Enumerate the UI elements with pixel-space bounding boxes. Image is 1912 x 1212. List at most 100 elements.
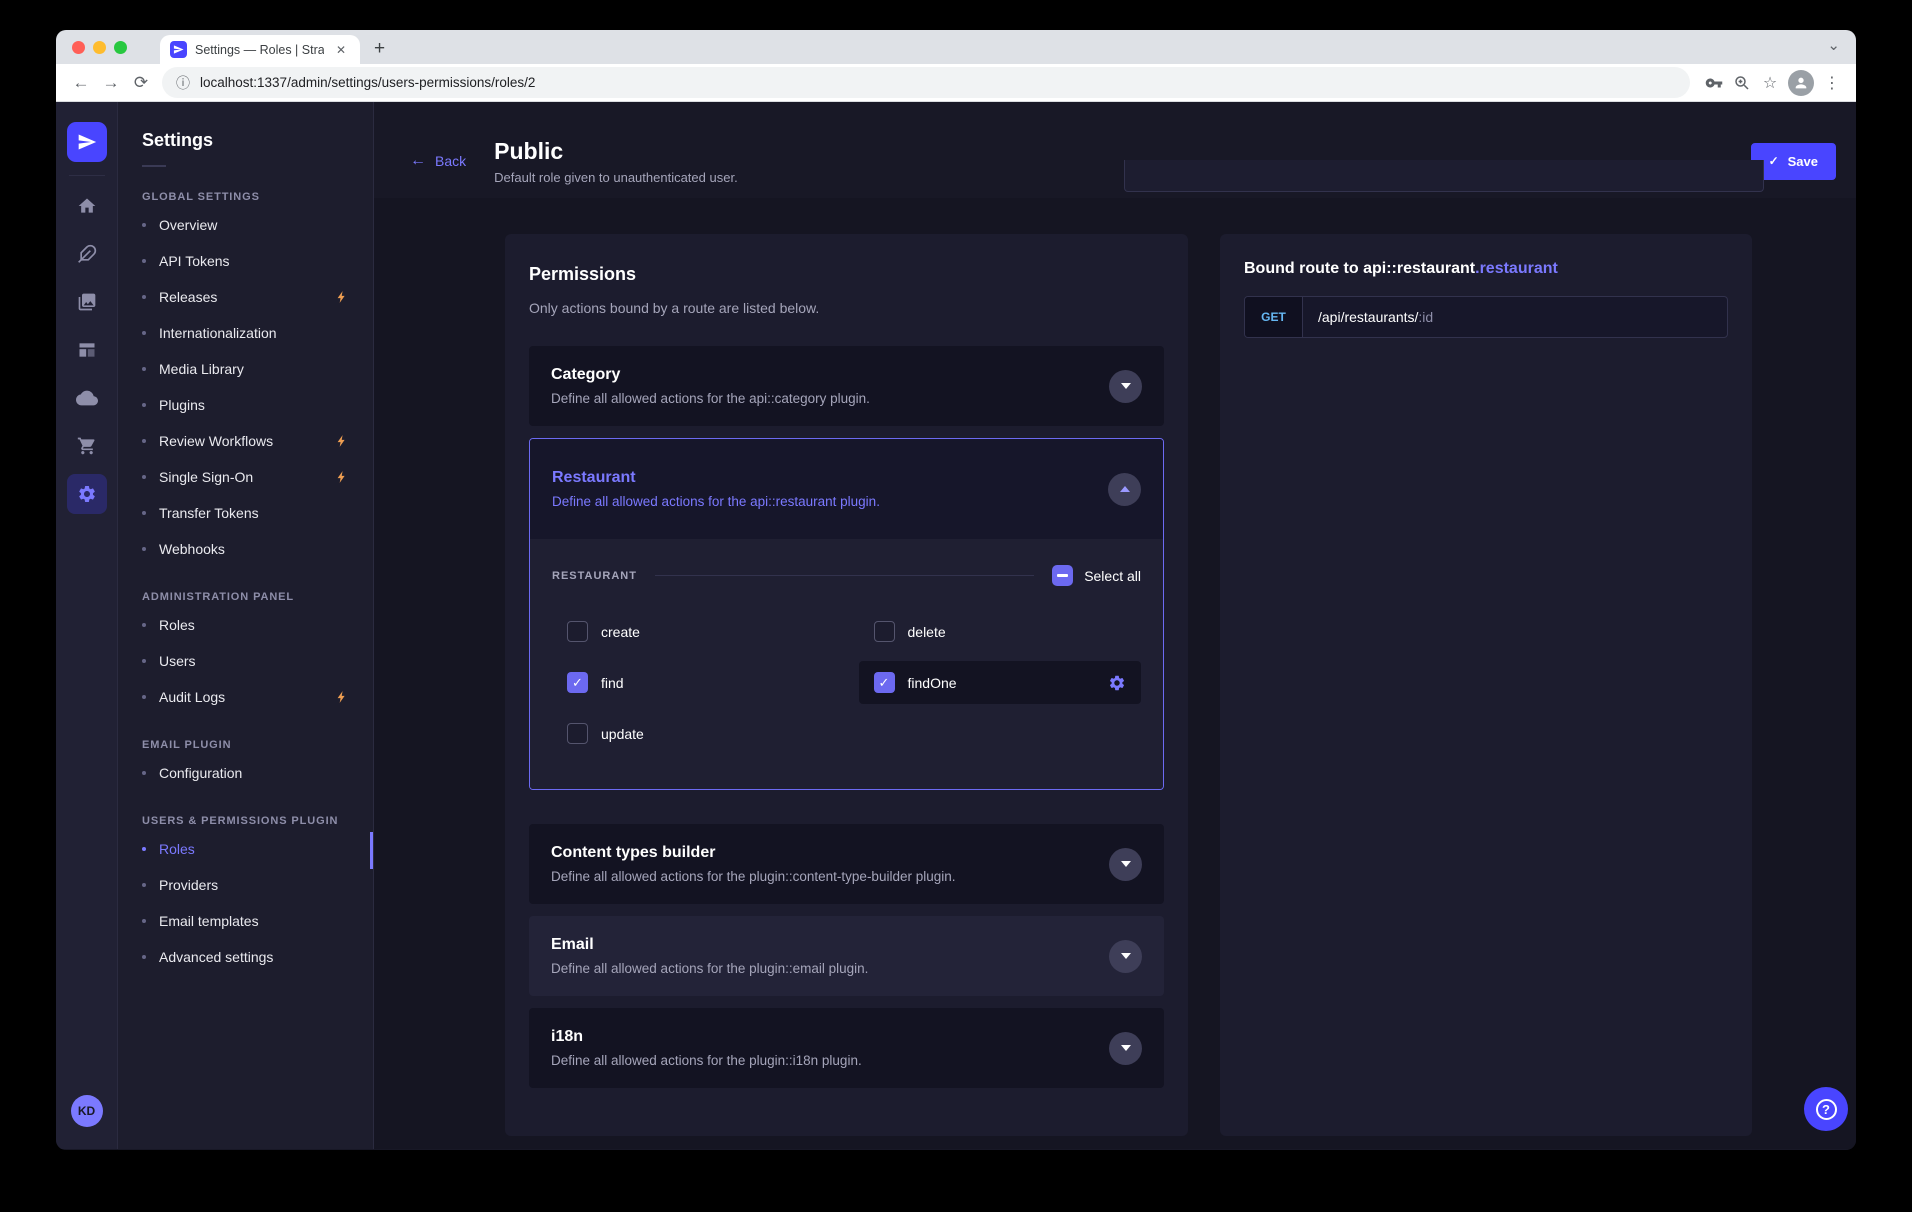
nav-settings-button[interactable] (67, 474, 107, 514)
nav-home-button[interactable] (67, 186, 107, 226)
sidebar-item-webhooks[interactable]: Webhooks (118, 531, 373, 567)
expand-toggle-button[interactable] (1109, 848, 1142, 881)
password-key-icon[interactable] (1700, 69, 1728, 97)
title-block: Public Default role given to unauthentic… (494, 138, 738, 185)
collapse-toggle-button[interactable] (1108, 473, 1141, 506)
action-findone[interactable]: ✓ findOne (859, 661, 1142, 704)
maximize-window-button[interactable] (114, 41, 127, 54)
accordion-description: Define all allowed actions for the plugi… (551, 1053, 1109, 1068)
zoom-icon[interactable] (1728, 69, 1756, 97)
chevron-down-icon (1121, 383, 1131, 389)
accordion-category: Category Define all allowed actions for … (529, 346, 1164, 426)
content-area: Permissions Only actions bound by a rout… (374, 198, 1856, 1149)
action-create[interactable]: create (552, 610, 835, 653)
action-delete[interactable]: delete (859, 610, 1142, 653)
accordion-restaurant-header[interactable]: Restaurant Define all allowed actions fo… (530, 439, 1163, 539)
accordion-i18n-header[interactable]: i18n Define all allowed actions for the … (529, 1008, 1164, 1088)
strapi-logo[interactable] (67, 122, 107, 162)
expand-toggle-button[interactable] (1109, 370, 1142, 403)
tab-search-chevron-icon[interactable]: ⌄ (1827, 36, 1840, 54)
back-nav-icon[interactable]: ← (66, 68, 96, 98)
action-settings-gear-icon[interactable] (1108, 674, 1126, 692)
sidebar-item-review-workflows[interactable]: Review Workflows (118, 423, 373, 459)
accordion-email: Email Define all allowed actions for the… (529, 916, 1164, 996)
create-checkbox[interactable] (567, 621, 588, 642)
help-button[interactable]: ? (1804, 1087, 1848, 1131)
url-bar[interactable]: ⓘ localhost:1337/admin/settings/users-pe… (162, 67, 1690, 98)
browser-tab[interactable]: Settings — Roles | Strapi ✕ (160, 35, 360, 64)
nav-media-library-button[interactable] (67, 282, 107, 322)
active-item-indicator (370, 832, 373, 869)
minimize-window-button[interactable] (93, 41, 106, 54)
back-link[interactable]: ← Back (410, 152, 466, 170)
sidebar-item-providers[interactable]: Providers (118, 867, 373, 903)
sidebar-item-media-library[interactable]: Media Library (118, 351, 373, 387)
lightning-icon (335, 434, 349, 448)
accordion-title: Category (551, 366, 1109, 384)
new-tab-button[interactable]: + (374, 39, 385, 58)
expand-toggle-button[interactable] (1109, 940, 1142, 973)
section-administration-panel: ADMINISTRATION PANEL Roles Users Audit L… (118, 591, 373, 715)
close-window-button[interactable] (72, 41, 85, 54)
select-all-checkbox[interactable] (1052, 565, 1073, 586)
reload-icon[interactable]: ⟳ (126, 68, 156, 98)
accordion-email-header[interactable]: Email Define all allowed actions for the… (529, 916, 1164, 996)
sidebar-item-audit-logs[interactable]: Audit Logs (118, 679, 373, 715)
section-email-plugin: EMAIL PLUGIN Configuration (118, 739, 373, 791)
close-tab-icon[interactable]: ✕ (332, 41, 350, 59)
delete-checkbox[interactable] (874, 621, 895, 642)
sidebar-item-advanced-settings[interactable]: Advanced settings (118, 939, 373, 975)
sidebar-item-internationalization[interactable]: Internationalization (118, 315, 373, 351)
subnav-title: Settings (142, 130, 349, 151)
findone-checkbox[interactable]: ✓ (874, 672, 895, 693)
permissions-panel: Permissions Only actions bound by a rout… (505, 234, 1188, 1136)
action-update[interactable]: update (552, 712, 835, 755)
sidebar-item-email-templates[interactable]: Email templates (118, 903, 373, 939)
cloud-icon (76, 387, 98, 409)
user-avatar[interactable]: KD (71, 1095, 103, 1127)
bookmark-star-icon[interactable]: ☆ (1756, 69, 1784, 97)
tab-strip: Settings — Roles | Strapi ✕ + ⌄ (56, 30, 1856, 64)
browser-menu-icon[interactable]: ⋮ (1818, 69, 1846, 97)
accordion-ctb-header[interactable]: Content types builder Define all allowed… (529, 824, 1164, 904)
select-all-control[interactable]: Select all (1052, 565, 1141, 586)
bullet-icon (142, 475, 146, 479)
bullet-icon (142, 331, 146, 335)
sidebar-item-api-tokens[interactable]: API Tokens (118, 243, 373, 279)
sidebar-item-single-sign-on[interactable]: Single Sign-On (118, 459, 373, 495)
action-find[interactable]: ✓ find (552, 661, 835, 704)
accordion-list: Category Define all allowed actions for … (529, 346, 1164, 1088)
route-row[interactable]: GET /api/restaurants/:id (1244, 296, 1728, 338)
traffic-lights (72, 41, 127, 54)
bullet-icon (142, 955, 146, 959)
scrolled-input-edge (1124, 160, 1764, 192)
nav-cloud-button[interactable] (67, 378, 107, 418)
settings-subnav: Settings GLOBAL SETTINGS Overview API To… (118, 102, 374, 1149)
sidebar-item-configuration[interactable]: Configuration (118, 755, 373, 791)
sidebar-item-releases[interactable]: Releases (118, 279, 373, 315)
route-param: :id (1418, 309, 1433, 325)
nav-marketplace-button[interactable] (67, 426, 107, 466)
nav-content-manager-button[interactable] (67, 234, 107, 274)
find-checkbox[interactable]: ✓ (567, 672, 588, 693)
nav-content-type-builder-button[interactable] (67, 330, 107, 370)
sidebar-item-transfer-tokens[interactable]: Transfer Tokens (118, 495, 373, 531)
rail-divider (69, 175, 105, 176)
lightning-icon (335, 290, 349, 304)
accordion-description: Define all allowed actions for the plugi… (551, 961, 1109, 976)
sidebar-item-plugins[interactable]: Plugins (118, 387, 373, 423)
browser-profile-avatar[interactable] (1788, 70, 1814, 96)
site-info-icon[interactable]: ⓘ (176, 73, 190, 93)
chevron-down-icon (1121, 861, 1131, 867)
update-checkbox[interactable] (567, 723, 588, 744)
forward-nav-icon[interactable]: → (96, 68, 126, 98)
sidebar-item-up-roles[interactable]: Roles (118, 831, 373, 867)
sidebar-item-admin-roles[interactable]: Roles (118, 607, 373, 643)
expand-toggle-button[interactable] (1109, 1032, 1142, 1065)
accordion-category-header[interactable]: Category Define all allowed actions for … (529, 346, 1164, 426)
sidebar-item-users[interactable]: Users (118, 643, 373, 679)
sidebar-item-overview[interactable]: Overview (118, 207, 373, 243)
restaurant-section-row: RESTAURANT Select all (552, 565, 1141, 586)
http-method-badge: GET (1245, 297, 1303, 337)
accordion-description: Define all allowed actions for the api::… (551, 391, 1109, 406)
